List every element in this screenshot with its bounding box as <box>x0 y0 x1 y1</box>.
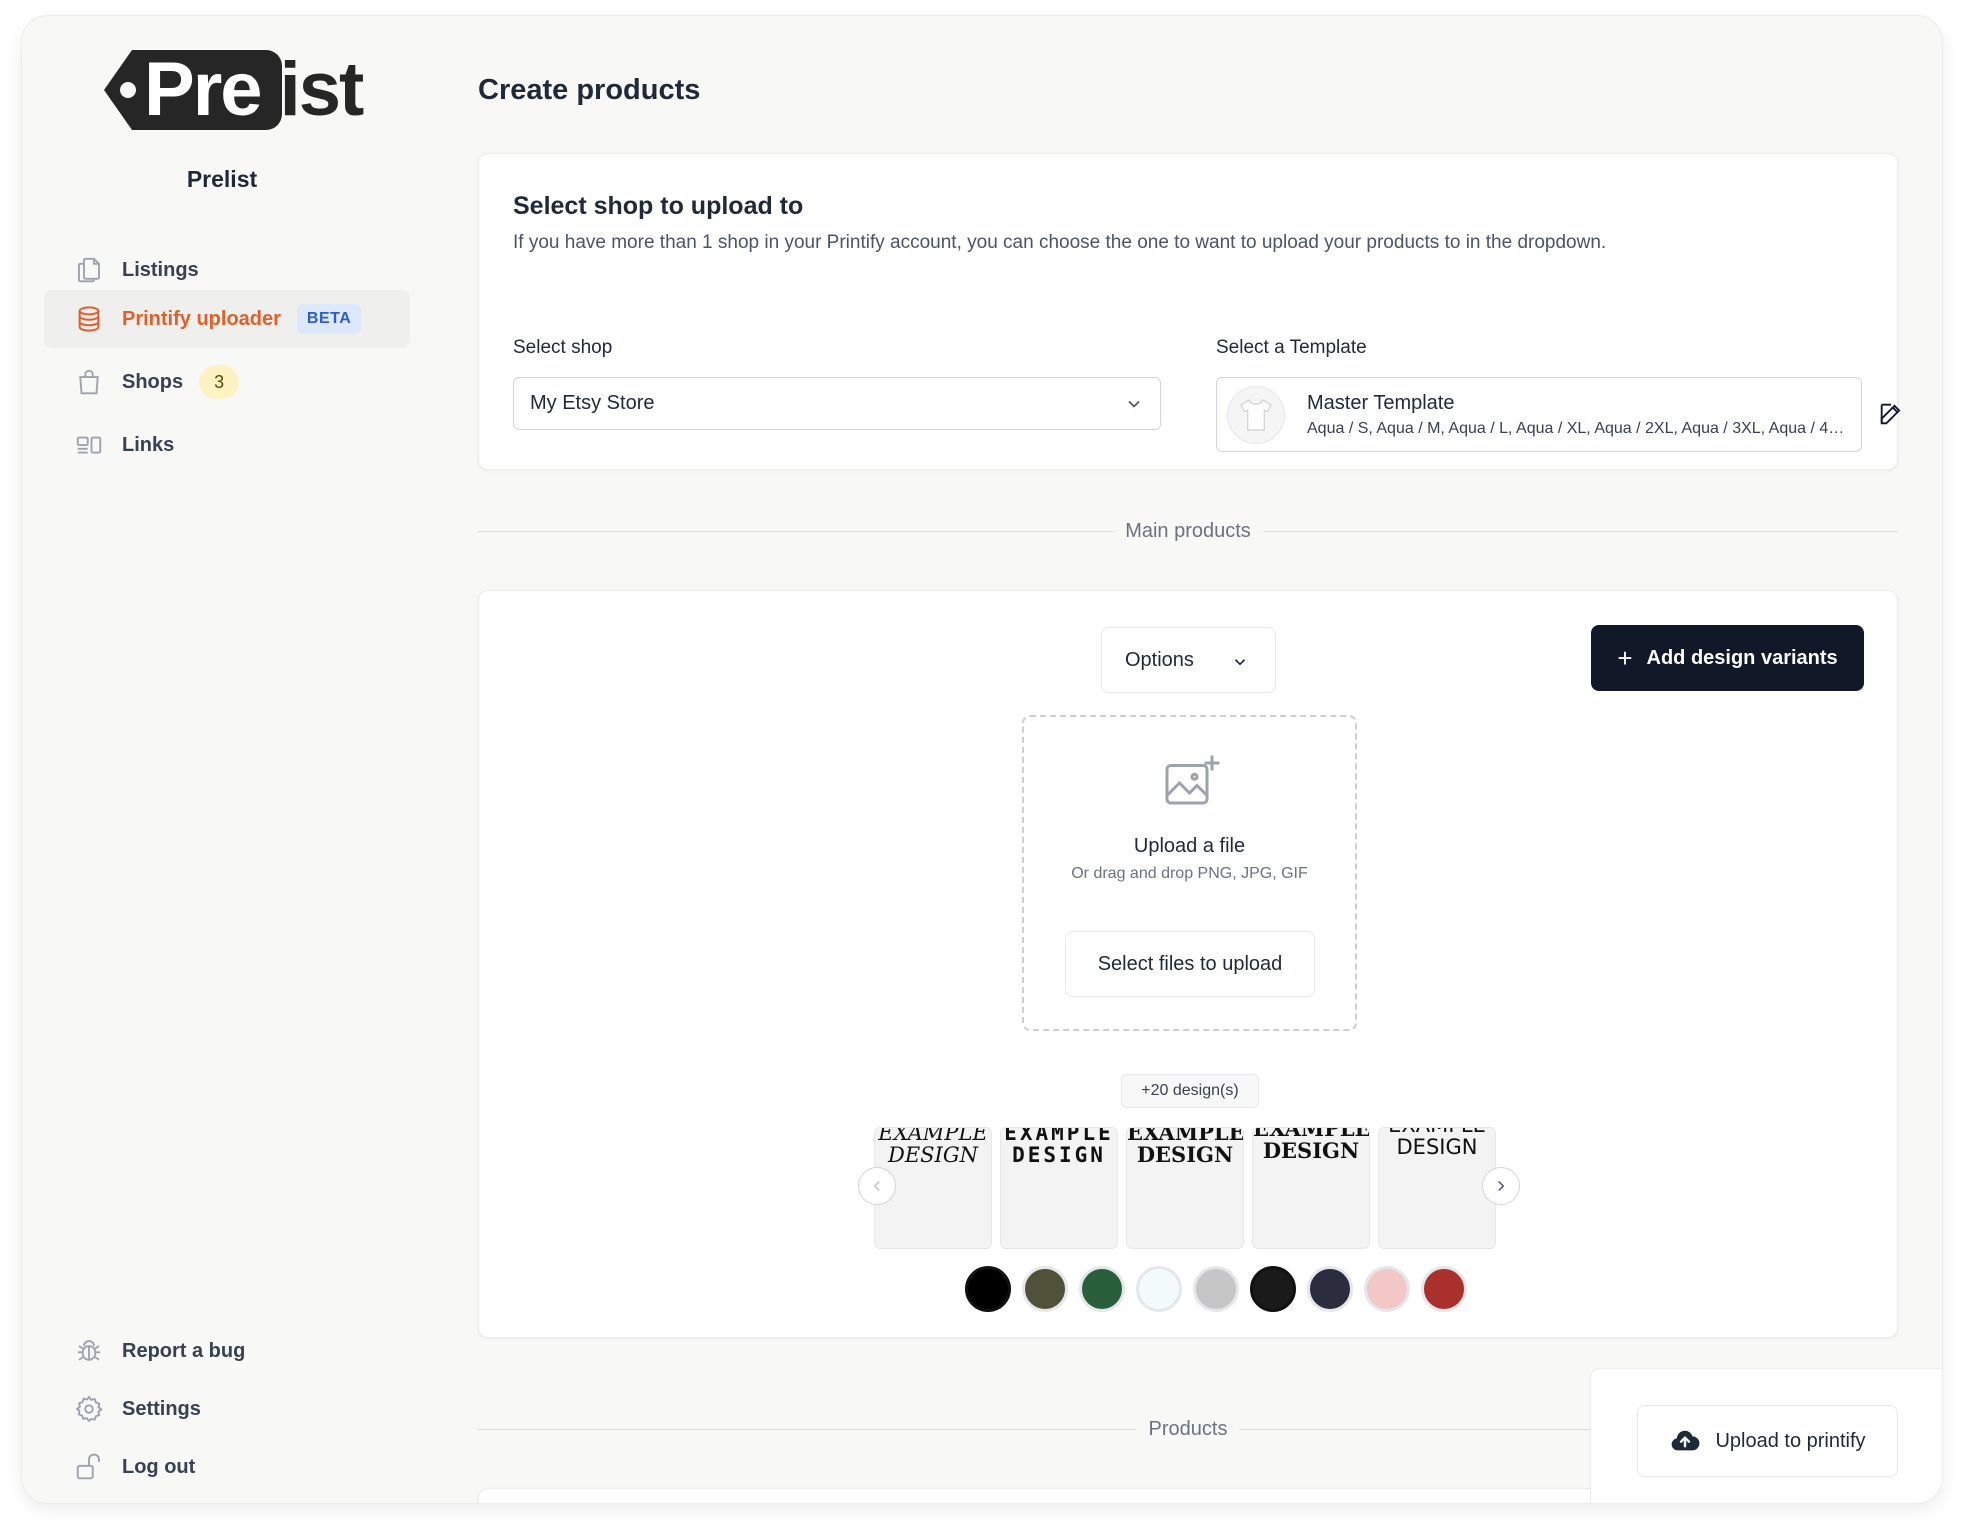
shopping-bag-icon <box>74 367 104 397</box>
add-design-variants-button[interactable]: + Add design variants <box>1591 625 1864 691</box>
design-thumbnail[interactable]: EXAMPLE DESIGN <box>1252 1127 1370 1249</box>
sidebar-item-report-bug[interactable]: Report a bug <box>44 1322 410 1380</box>
brand-name: Prelist <box>186 166 258 192</box>
chevron-down-icon <box>1234 659 1246 666</box>
shop-selection-card: Select shop to upload to If you have mor… <box>478 153 1901 470</box>
tshirt-thumbnail-icon <box>1227 386 1285 444</box>
upload-title: Upload a file <box>1133 835 1246 857</box>
upload-action-panel: Upload to printify <box>1590 1368 1942 1503</box>
color-swatch[interactable] <box>1079 1266 1125 1312</box>
select-template-label: Select a Template <box>1216 337 1367 358</box>
sidebar-item-label: Report a bug <box>122 1339 246 1362</box>
sidebar-item-logout[interactable]: Log out <box>44 1438 410 1496</box>
logo-wordmark: Prelist <box>144 46 365 134</box>
template-variants: Aqua / S, Aqua / M, Aqua / L, Aqua / XL,… <box>1307 420 1847 437</box>
beta-badge: BETA <box>296 304 362 334</box>
sidebar-item-label: Links <box>122 433 175 456</box>
logo-text-pre: Pre <box>144 47 263 132</box>
color-swatch[interactable] <box>1136 1266 1182 1312</box>
sidebar-item-label: Log out <box>122 1455 196 1478</box>
upload-label: Upload to printify <box>1715 1429 1866 1452</box>
gear-icon <box>74 1394 104 1424</box>
design-text: EXAMPLE DESIGN <box>1004 1127 1114 1167</box>
upload-to-printify-button[interactable]: Upload to printify <box>1637 1405 1898 1477</box>
image-add-icon <box>1165 755 1220 805</box>
carousel-prev-button[interactable] <box>858 1167 896 1205</box>
chevron-left-icon <box>873 1180 880 1192</box>
design-thumbnail[interactable]: EXAMPLE DESIGN <box>1126 1127 1244 1249</box>
sidebar-item-printify-uploader[interactable]: Printify uploader BETA <box>44 290 410 348</box>
shop-section-title: Select shop to upload to <box>513 192 804 220</box>
template-name: Master Template <box>1307 392 1455 414</box>
design-thumbnail[interactable]: EXAMPLE DESIGN <box>1378 1127 1496 1249</box>
design-text: EXAMPLE DESIGN <box>1253 1127 1370 1163</box>
sidebar-item-links[interactable]: Links <box>44 416 410 474</box>
upload-subtitle: Or drag and drop PNG, JPG, GIF <box>1071 865 1308 882</box>
add-variants-label: Add design variants <box>1646 646 1838 669</box>
shop-select-value: My Etsy Store <box>530 392 655 414</box>
color-swatch[interactable] <box>1022 1266 1068 1312</box>
color-swatch[interactable] <box>1364 1266 1410 1312</box>
chevron-right-icon <box>1498 1180 1505 1192</box>
color-swatch[interactable] <box>965 1266 1011 1312</box>
design-text: EXAMPLE DESIGN <box>878 1127 988 1167</box>
chevron-down-icon <box>1128 400 1140 408</box>
color-swatch[interactable] <box>1307 1266 1353 1312</box>
design-thumbnail[interactable]: EXAMPLE DESIGN <box>1000 1127 1118 1249</box>
sidebar-item-label: Shops <box>122 370 184 393</box>
documents-icon <box>74 255 104 285</box>
color-swatch[interactable] <box>1421 1266 1467 1312</box>
sidebar-item-shops[interactable]: Shops 3 <box>44 353 410 411</box>
bug-icon <box>74 1336 104 1366</box>
main-products-card: Options + Add design variants Upload a f… <box>478 590 1898 1338</box>
shop-select[interactable]: My Etsy Store <box>513 377 1161 430</box>
carousel-next-button[interactable] <box>1482 1167 1520 1205</box>
design-text: EXAMPLE DESIGN <box>1127 1127 1244 1167</box>
products-label: Products <box>1136 1414 1240 1444</box>
products-card <box>478 1488 1612 1503</box>
plus-icon: + <box>1617 642 1633 673</box>
sidebar-item-label: Listings <box>122 258 199 281</box>
links-icon <box>74 430 104 460</box>
options-label: Options <box>1125 648 1194 671</box>
design-text: EXAMPLE DESIGN <box>1388 1128 1486 1159</box>
shops-count-badge: 3 <box>199 365 240 399</box>
designs-carousel: EXAMPLE DESIGN EXAMPLE DESIGN EXAMPLE DE… <box>858 1127 1520 1249</box>
edit-icon[interactable] <box>1877 400 1905 428</box>
prelist-logo[interactable]: Prelist <box>104 46 364 142</box>
options-dropdown[interactable]: Options <box>1101 627 1276 693</box>
main-products-divider: Main products <box>478 516 1898 546</box>
color-swatch[interactable] <box>1193 1266 1239 1312</box>
sidebar-item-label: Printify uploader <box>122 307 281 330</box>
color-swatch[interactable] <box>1250 1266 1296 1312</box>
page-title: Create products <box>478 74 701 106</box>
designs-count-badge: +20 design(s) <box>1121 1074 1259 1108</box>
app-window: Prelist Prelist Listings Printify upload… <box>22 16 1942 1503</box>
sidebar-item-settings[interactable]: Settings <box>44 1380 410 1438</box>
shop-section-description: If you have more than 1 shop in your Pri… <box>513 232 1607 253</box>
logo-tag-hole <box>120 82 136 98</box>
logo-text-list: list <box>260 47 365 132</box>
select-files-button[interactable]: Select files to upload <box>1065 931 1315 997</box>
unlock-icon <box>74 1452 104 1482</box>
sidebar-item-label: Settings <box>122 1397 201 1420</box>
main-products-label: Main products <box>1113 516 1263 546</box>
cloud-upload-icon <box>1672 1430 1700 1451</box>
sidebar: Prelist Prelist Listings Printify upload… <box>22 16 422 1503</box>
file-dropzone[interactable]: Upload a file Or drag and drop PNG, JPG,… <box>1022 715 1357 1031</box>
database-icon <box>74 304 104 334</box>
template-select[interactable]: Master Template Aqua / S, Aqua / M, Aqua… <box>1216 377 1862 452</box>
select-shop-label: Select shop <box>513 337 613 358</box>
